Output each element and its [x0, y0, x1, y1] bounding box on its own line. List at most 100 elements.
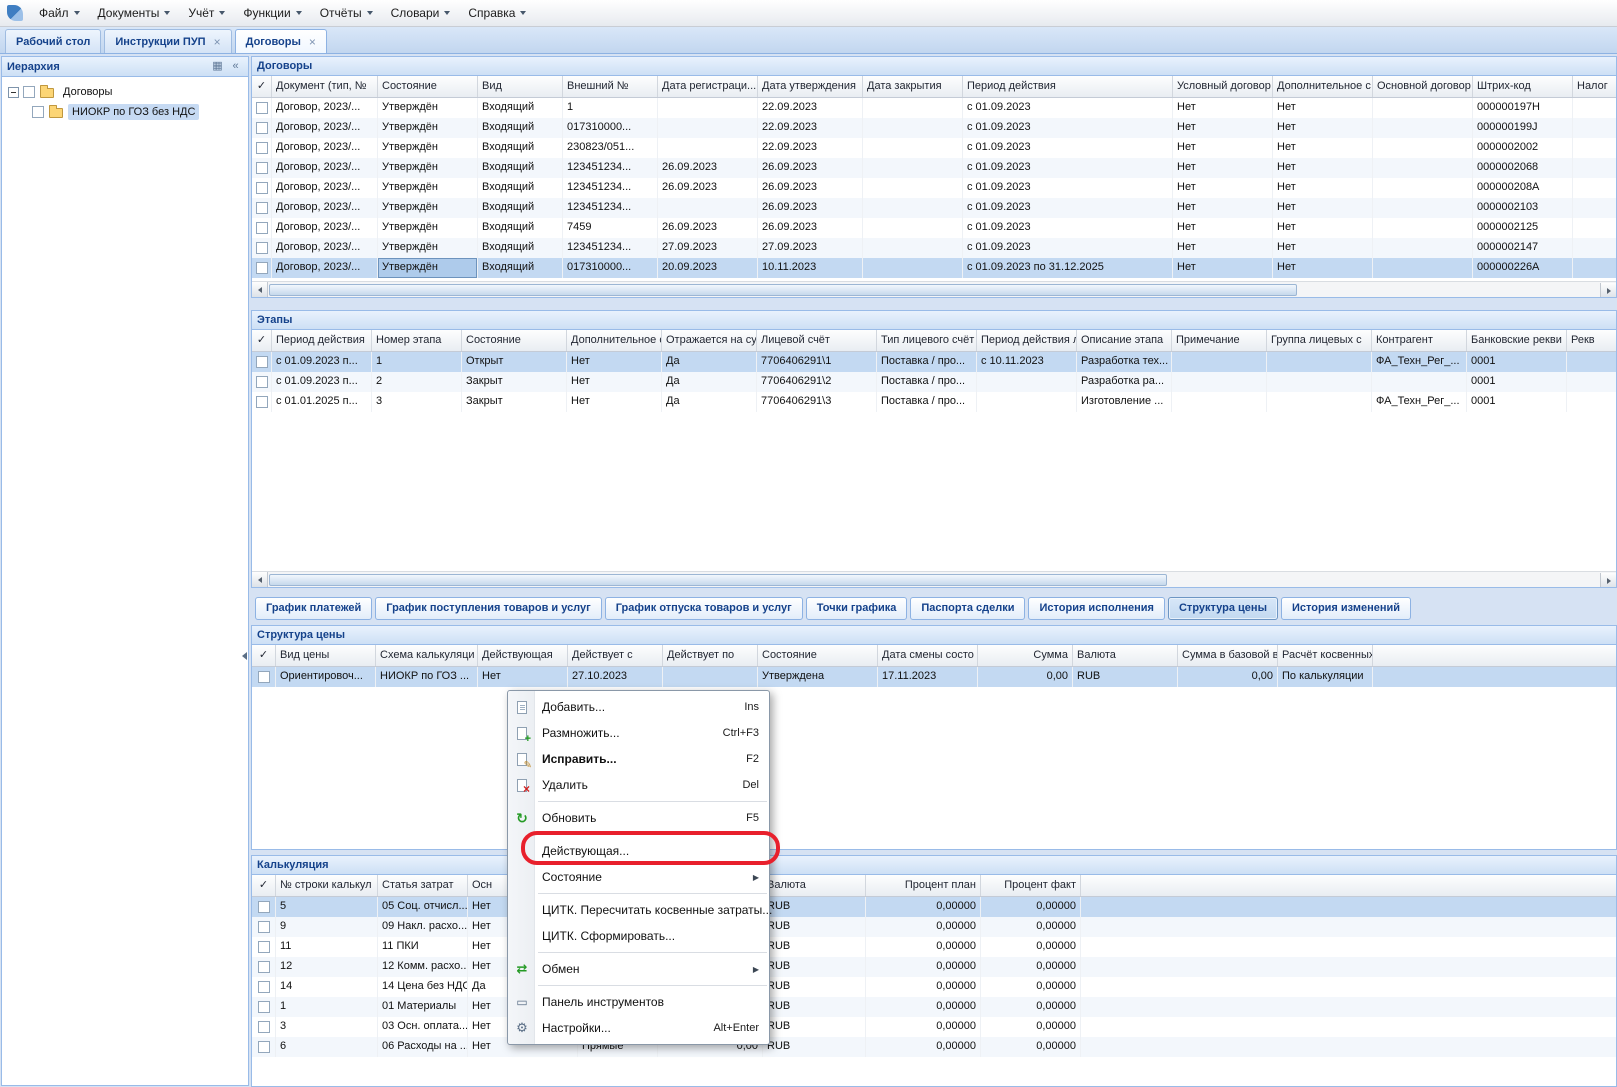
column-header[interactable]: Расчёт косвенных [1278, 645, 1373, 667]
row-checkbox[interactable] [256, 122, 268, 134]
column-header[interactable]: Процент факт [981, 875, 1081, 897]
row-select-cell[interactable] [252, 238, 272, 258]
context-menu-item[interactable]: Состояние ▶ [508, 864, 769, 890]
row-select-cell[interactable] [252, 1037, 276, 1057]
scroll-right-icon[interactable] [1600, 283, 1616, 298]
row-select-cell[interactable] [252, 937, 276, 957]
table-row[interactable]: Договор, 2023/...УтверждёнВходящий230823… [252, 138, 1616, 158]
column-header[interactable]: Номер этапа [372, 330, 462, 352]
scroll-right-icon[interactable] [1600, 573, 1616, 588]
table-row[interactable]: Договор, 2023/...УтверждёнВходящий123451… [252, 178, 1616, 198]
column-header[interactable]: Вид цены [276, 645, 376, 667]
row-checkbox[interactable] [256, 242, 268, 254]
row-checkbox[interactable] [258, 941, 270, 953]
row-select-cell[interactable] [252, 997, 276, 1017]
column-header[interactable]: Дополнительное с [567, 330, 662, 352]
row-select-cell[interactable] [252, 1017, 276, 1037]
column-header[interactable]: Дополнительное с [1273, 76, 1373, 98]
context-menu-item[interactable]: ▶ [538, 801, 767, 802]
column-header[interactable]: Схема калькуляци [376, 645, 478, 667]
column-header[interactable]: Рекв [1567, 330, 1616, 352]
table-row[interactable]: 1111 ПКИНетRUB0,000000,00000 [252, 937, 1616, 957]
column-header[interactable]: Период действия [963, 76, 1173, 98]
column-header[interactable]: Внешний № [563, 76, 658, 98]
detail-tab[interactable]: График платежей [255, 597, 372, 620]
scrollbar-thumb[interactable] [269, 574, 1167, 586]
row-select-cell[interactable] [252, 957, 276, 977]
table-row[interactable]: 1212 Комм. расхо...НетRUB0,000000,00000 [252, 957, 1616, 977]
tree-node[interactable]: Договоры [2, 82, 248, 102]
menubar-item[interactable]: Учёт [179, 2, 234, 24]
context-menu-item[interactable]: Добавить... Ins ▶ [508, 694, 769, 720]
column-header[interactable]: Дата смены состо [878, 645, 978, 667]
row-checkbox[interactable] [258, 1001, 270, 1013]
table-row[interactable]: Договор, 2023/...УтверждёнВходящий745926… [252, 218, 1616, 238]
context-menu-item[interactable]: ▶ [538, 893, 767, 894]
collapse-panel-icon[interactable]: « [228, 59, 243, 74]
row-select-cell[interactable] [252, 158, 272, 178]
context-menu-item[interactable]: Настройки... Alt+Enter ▶ [508, 1015, 769, 1041]
scrollbar-thumb[interactable] [269, 284, 1297, 296]
tree-expander-icon[interactable] [8, 87, 19, 98]
detail-tab[interactable]: Точки графика [806, 597, 908, 620]
tab-close-icon[interactable]: × [309, 37, 316, 47]
table-row[interactable]: 1414 Цена без НДСДаRUB0,000000,00000 [252, 977, 1616, 997]
context-menu-item[interactable]: Действующая... ▶ [508, 838, 769, 864]
scroll-left-icon[interactable] [252, 572, 268, 587]
detail-tab[interactable]: История исполнения [1028, 597, 1165, 620]
row-select-cell[interactable] [252, 218, 272, 238]
row-checkbox[interactable] [256, 222, 268, 234]
menubar-item[interactable]: Справка [459, 2, 535, 24]
column-header[interactable]: Действующая [478, 645, 568, 667]
context-menu-item[interactable]: ЦИТК. Пересчитать косвенные затраты... ▶ [508, 897, 769, 923]
detail-tab[interactable]: График отпуска товаров и услуг [605, 597, 803, 620]
column-header[interactable]: Отражается на су [662, 330, 757, 352]
tree-node-checkbox[interactable] [32, 106, 44, 118]
context-menu-item[interactable]: Панель инструментов ▶ [508, 989, 769, 1015]
check-column-header[interactable]: ✓ [252, 875, 276, 897]
column-header[interactable]: Состояние [462, 330, 567, 352]
column-header[interactable]: Состояние [758, 645, 878, 667]
row-select-cell[interactable] [252, 977, 276, 997]
table-row[interactable]: Ориентировоч...НИОКР по ГОЗ ...Нет27.10.… [252, 667, 1616, 687]
row-checkbox[interactable] [258, 671, 270, 683]
context-menu-item[interactable]: Обмен ▶ [508, 956, 769, 982]
workspace-tab[interactable]: Рабочий стол × [5, 29, 101, 53]
context-menu-item[interactable]: ▶ [538, 834, 767, 835]
row-select-cell[interactable] [252, 917, 276, 937]
column-header[interactable]: Сумма в базовой в [1178, 645, 1278, 667]
row-select-cell[interactable] [252, 352, 272, 372]
tree-node[interactable]: НИОКР по ГОЗ без НДС [2, 102, 248, 122]
context-menu-item[interactable]: ▶ [538, 985, 767, 986]
menubar-item[interactable]: Файл [30, 2, 89, 24]
context-menu-item[interactable]: Обновить F5 ▶ [508, 805, 769, 831]
row-checkbox[interactable] [256, 262, 268, 274]
menubar-item[interactable]: Функции [234, 2, 310, 24]
column-header[interactable]: Процент план [866, 875, 981, 897]
column-header[interactable]: № строки калькул [276, 875, 378, 897]
table-row[interactable]: 303 Осн. оплата...НетПрямые0,00RUB0,0000… [252, 1017, 1616, 1037]
context-menu-item[interactable]: ▶ [538, 952, 767, 953]
column-header[interactable]: Контрагент [1372, 330, 1467, 352]
table-row[interactable]: с 01.09.2023 п...1ОткрытНетДа7706406291\… [252, 352, 1616, 372]
row-checkbox[interactable] [258, 981, 270, 993]
row-select-cell[interactable] [252, 372, 272, 392]
row-select-cell[interactable] [252, 98, 272, 118]
row-checkbox[interactable] [256, 182, 268, 194]
row-select-cell[interactable] [252, 118, 272, 138]
detail-tab[interactable]: Паспорта сделки [910, 597, 1025, 620]
column-header[interactable]: Основной договор [1373, 76, 1473, 98]
row-select-cell[interactable] [252, 138, 272, 158]
row-checkbox[interactable] [256, 162, 268, 174]
table-row[interactable]: Договор, 2023/...УтверждёнВходящий017310… [252, 118, 1616, 138]
horizontal-scrollbar[interactable] [252, 281, 1616, 297]
context-menu-item[interactable]: Размножить... Ctrl+F3 ▶ [508, 720, 769, 746]
row-select-cell[interactable] [252, 392, 272, 412]
column-header[interactable]: Действует с [568, 645, 663, 667]
column-header[interactable]: Штрих-код [1473, 76, 1573, 98]
grid-view-icon[interactable]: ▦ [210, 59, 225, 74]
table-row[interactable]: 505 Соц. отчисл...НетRUB0,000000,00000 [252, 897, 1616, 917]
row-select-cell[interactable] [252, 897, 276, 917]
check-column-header[interactable]: ✓ [252, 645, 276, 667]
row-checkbox[interactable] [256, 376, 268, 388]
